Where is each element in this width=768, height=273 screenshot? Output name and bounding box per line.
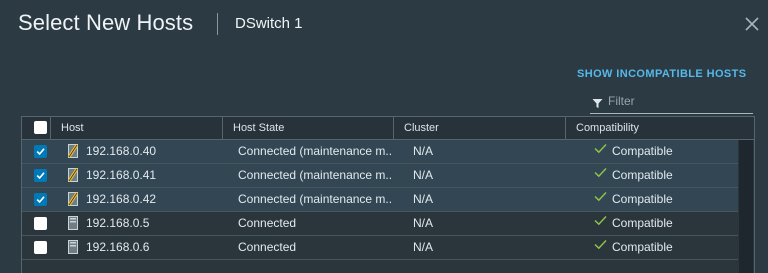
row-checkbox[interactable] [34,241,47,254]
host-state: Connected (maintenance m... [238,168,392,182]
check-icon [594,236,607,258]
column-header-host-state[interactable]: Host State [233,117,284,139]
row-checkbox[interactable] [34,169,47,182]
compatibility: Compatible [594,188,673,211]
host-state: Connected (maintenance m... [238,144,392,158]
cluster: N/A [413,192,434,206]
compatibility: Compatible [594,140,673,163]
compatibility: Compatible [594,212,673,235]
cluster: N/A [413,168,434,182]
filter-input[interactable] [608,92,748,110]
compatibility-label: Compatible [612,168,673,182]
row-checkbox[interactable] [34,217,47,230]
host-maintenance-icon [67,168,79,187]
column-separator [393,117,394,139]
filter-field[interactable] [590,91,753,114]
show-incompatible-hosts-link[interactable]: SHOW INCOMPATIBLE HOSTS [577,68,747,80]
dialog-header: Select New Hosts DSwitch 1 [0,0,768,52]
title-divider [217,13,218,35]
dialog-subtitle: DSwitch 1 [235,15,303,32]
table-header: Host Host State Cluster Compatibility [22,117,754,140]
row-checkbox[interactable] [34,145,47,158]
close-icon[interactable] [742,14,762,34]
compatibility: Compatible [594,164,673,187]
table-row[interactable]: 192.168.0.40 Connected (maintenance m...… [22,140,738,164]
host-name[interactable]: 192.168.0.40 [86,140,156,163]
host-name[interactable]: 192.168.0.6 [86,236,149,259]
host-maintenance-icon [67,192,79,211]
column-header-host[interactable]: Host [61,117,84,139]
host-name[interactable]: 192.168.0.41 [86,164,156,187]
table-row[interactable]: 192.168.0.41 Connected (maintenance m...… [22,164,738,188]
check-icon [594,140,607,162]
column-separator [565,117,566,139]
host-icon [68,240,78,259]
table-row[interactable]: 192.168.0.42 Connected (maintenance m...… [22,188,738,212]
host-state: Connected [238,216,297,230]
column-separator [222,117,223,139]
compatibility: Compatible [594,236,673,259]
row-checkbox[interactable] [34,193,47,206]
filter-icon [592,96,603,114]
column-header-cluster[interactable]: Cluster [404,117,439,139]
table-row[interactable]: 192.168.0.6 Connected N/A Compatible [22,236,738,260]
dialog-title: Select New Hosts [18,10,194,35]
column-separator [50,117,51,139]
cluster: N/A [413,240,434,254]
host-state: Connected (maintenance m... [238,192,392,206]
compatibility-label: Compatible [612,192,673,206]
cluster: N/A [413,216,434,230]
compatibility-label: Compatible [612,240,673,254]
table-scrollbar[interactable] [739,140,753,273]
table-row[interactable]: 192.168.0.5 Connected N/A Compatible [22,212,738,236]
host-name[interactable]: 192.168.0.42 [86,188,156,211]
check-icon [594,188,607,210]
check-icon [594,164,607,186]
host-maintenance-icon [67,144,79,163]
hosts-table: Host Host State Cluster Compatibility 19… [21,116,755,273]
select-all-checkbox[interactable] [34,121,47,134]
column-header-compatibility[interactable]: Compatibility [576,117,639,139]
compatibility-label: Compatible [612,216,673,230]
cluster: N/A [413,144,434,158]
host-name[interactable]: 192.168.0.5 [86,212,149,235]
host-icon [68,216,78,235]
compatibility-label: Compatible [612,144,673,158]
host-state: Connected [238,240,297,254]
check-icon [594,212,607,234]
